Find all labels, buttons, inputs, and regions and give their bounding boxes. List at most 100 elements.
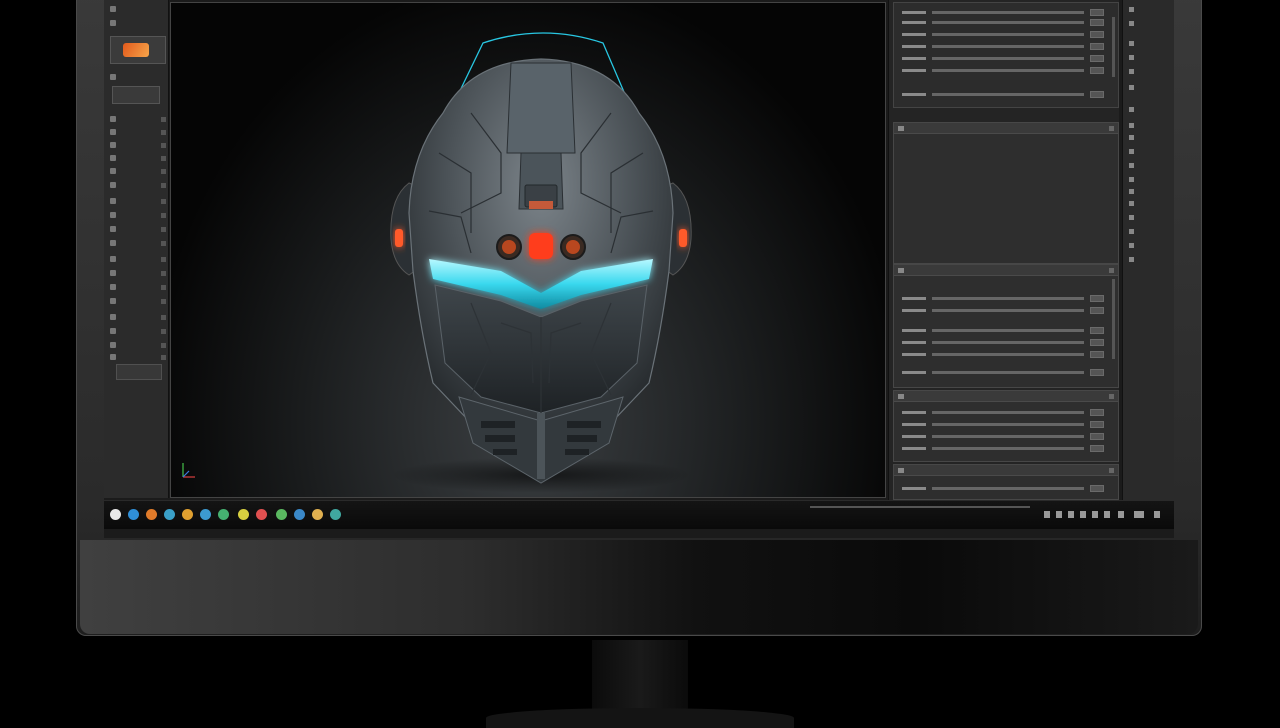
- scrollbar[interactable]: [1112, 279, 1115, 359]
- app-icon[interactable]: [218, 509, 229, 520]
- tool-column-item[interactable]: [1129, 68, 1137, 75]
- tray-icon[interactable]: [1092, 511, 1098, 518]
- brush-thumbnail[interactable]: [110, 36, 166, 64]
- property-row[interactable]: [902, 306, 1104, 314]
- layer-row[interactable]: [902, 18, 1104, 26]
- property-row[interactable]: [902, 408, 1104, 416]
- tray-icon[interactable]: [1044, 511, 1050, 518]
- tool-item[interactable]: [110, 352, 166, 362]
- tool-toggle[interactable]: [161, 198, 166, 204]
- app-icon[interactable]: [312, 509, 323, 520]
- app-icon[interactable]: [294, 509, 305, 520]
- tool-column-item[interactable]: [1129, 84, 1137, 91]
- property-row[interactable]: [902, 444, 1104, 452]
- property-row[interactable]: [902, 420, 1104, 428]
- property-row[interactable]: [902, 326, 1104, 334]
- tool-item[interactable]: [110, 166, 166, 176]
- tool-column-item[interactable]: [1129, 242, 1137, 249]
- tool-column-item[interactable]: [1129, 162, 1137, 169]
- layer-row[interactable]: [902, 66, 1104, 74]
- property-row[interactable]: [902, 432, 1104, 440]
- tool-column-item[interactable]: [1129, 176, 1137, 183]
- tool-column-item[interactable]: [1129, 54, 1137, 61]
- tool-item[interactable]: [110, 340, 166, 350]
- property-row[interactable]: [902, 338, 1104, 346]
- app-icon[interactable]: [330, 509, 341, 520]
- tray-icon[interactable]: [1118, 511, 1124, 518]
- tool-toggle[interactable]: [161, 354, 166, 360]
- app-icon[interactable]: [276, 509, 287, 520]
- section-header[interactable]: [894, 123, 1118, 134]
- timeline-track[interactable]: [810, 506, 1030, 508]
- tool-column-item[interactable]: [1129, 20, 1137, 27]
- app-icon[interactable]: [146, 509, 157, 520]
- tray-icon[interactable]: [1134, 511, 1144, 518]
- tool-item[interactable]: [110, 153, 166, 163]
- app-icon[interactable]: [182, 509, 193, 520]
- tool-column-item[interactable]: [1129, 228, 1137, 235]
- tool-toggle[interactable]: [161, 270, 166, 276]
- tool-toggle[interactable]: [161, 256, 166, 262]
- tool-toggle[interactable]: [161, 328, 166, 334]
- section-header[interactable]: [894, 465, 1118, 476]
- app-icon[interactable]: [164, 509, 175, 520]
- tool-item[interactable]: [110, 224, 166, 234]
- pin-icon[interactable]: [1109, 125, 1114, 131]
- property-row[interactable]: [902, 350, 1104, 358]
- tool-column-item[interactable]: [1129, 200, 1137, 207]
- property-row[interactable]: [902, 368, 1104, 376]
- pin-icon[interactable]: [1109, 393, 1114, 399]
- tool-toggle[interactable]: [161, 142, 166, 148]
- tool-toggle[interactable]: [161, 155, 166, 161]
- tool-column-item[interactable]: [1129, 148, 1137, 155]
- pin-icon[interactable]: [1109, 267, 1114, 273]
- property-row[interactable]: [902, 294, 1104, 302]
- tray-icon[interactable]: [1068, 511, 1074, 518]
- tool-toggle[interactable]: [161, 212, 166, 218]
- tray-icon[interactable]: [1056, 511, 1062, 518]
- tool-item[interactable]: [110, 127, 166, 137]
- layer-toolbar[interactable]: [902, 90, 1104, 98]
- app-icon[interactable]: [256, 509, 267, 520]
- tool-column-item[interactable]: [1129, 106, 1137, 113]
- tool-toggle[interactable]: [161, 284, 166, 290]
- tool-toggle[interactable]: [161, 240, 166, 246]
- tool-toggle[interactable]: [161, 342, 166, 348]
- tool-item[interactable]: [110, 238, 166, 248]
- tool-column-item[interactable]: [1129, 188, 1137, 195]
- tray-icon[interactable]: [1080, 511, 1086, 518]
- notification-icon[interactable]: [1154, 511, 1160, 518]
- tool-item[interactable]: [110, 254, 166, 264]
- tool-toggle[interactable]: [161, 116, 166, 122]
- tool-item[interactable]: [110, 312, 166, 322]
- section-header[interactable]: [894, 265, 1118, 276]
- app-icon[interactable]: [238, 509, 249, 520]
- app-icon[interactable]: [200, 509, 211, 520]
- tool-item[interactable]: [110, 210, 166, 220]
- tool-toggle[interactable]: [161, 129, 166, 135]
- layer-row[interactable]: [902, 30, 1104, 38]
- tool-column-item[interactable]: [1129, 40, 1137, 47]
- tool-toggle[interactable]: [161, 298, 166, 304]
- tool-item[interactable]: [110, 140, 166, 150]
- property-row[interactable]: [902, 484, 1104, 492]
- color-swatch[interactable]: [116, 364, 162, 380]
- tool-item[interactable]: [110, 268, 166, 278]
- tool-column-item[interactable]: [1129, 214, 1137, 221]
- helmet-model[interactable]: [171, 3, 885, 497]
- layer-row[interactable]: [902, 8, 1104, 16]
- tool-item[interactable]: [110, 296, 166, 306]
- tool-column-item[interactable]: [1129, 256, 1137, 263]
- panel-tabs[interactable]: [110, 18, 166, 28]
- tool-item[interactable]: [110, 326, 166, 336]
- tool-item[interactable]: [110, 196, 166, 206]
- tool-toggle[interactable]: [161, 314, 166, 320]
- tool-column-item[interactable]: [1129, 134, 1137, 141]
- start-icon[interactable]: [110, 509, 121, 520]
- layer-row[interactable]: [902, 54, 1104, 62]
- tool-toggle[interactable]: [161, 226, 166, 232]
- tool-column-item[interactable]: [1129, 122, 1137, 129]
- browser-icon[interactable]: [128, 509, 139, 520]
- section-header[interactable]: [894, 391, 1118, 402]
- tool-item[interactable]: [110, 180, 166, 190]
